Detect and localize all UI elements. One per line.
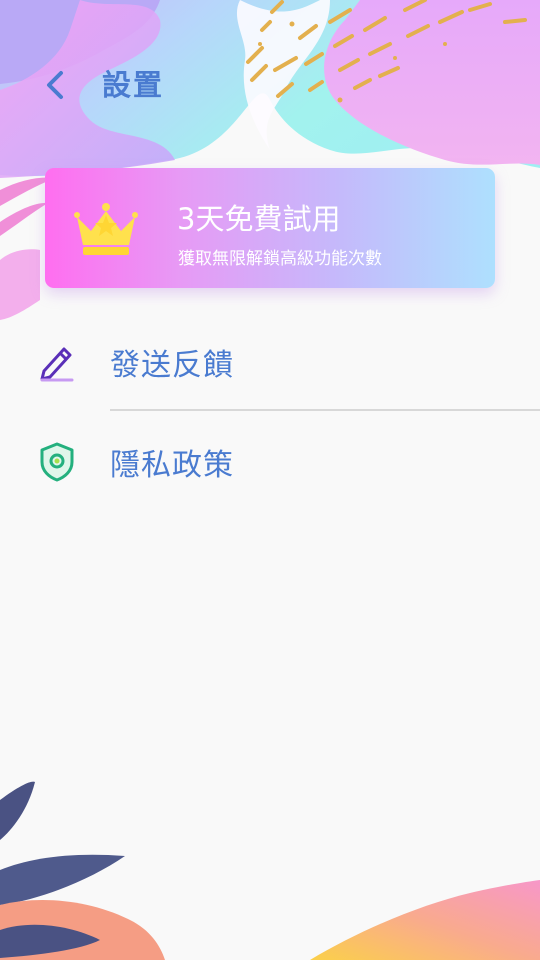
promo-title: 3天免費試用 xyxy=(177,202,341,236)
header-bar: 設置 xyxy=(0,40,540,130)
crown-icon xyxy=(74,203,138,255)
pencil-icon xyxy=(40,347,74,382)
menu-item-feedback[interactable]: 發送反饋 xyxy=(0,314,540,410)
promo-subtitle: 獲取無限解鎖高級功能次數 xyxy=(178,249,382,269)
back-button[interactable] xyxy=(30,60,80,110)
divider xyxy=(110,409,540,411)
free-trial-card[interactable]: 3天免費試用 獲取無限解鎖高級功能次數 xyxy=(45,168,495,288)
menu-item-privacy[interactable]: 隱私政策 xyxy=(0,414,540,510)
menu-label-feedback: 發送反饋 xyxy=(110,348,234,383)
page-title: 設置 xyxy=(102,68,165,102)
chevron-left-icon xyxy=(47,71,63,99)
menu-label-privacy: 隱私政策 xyxy=(110,448,234,483)
shield-icon xyxy=(40,442,74,482)
